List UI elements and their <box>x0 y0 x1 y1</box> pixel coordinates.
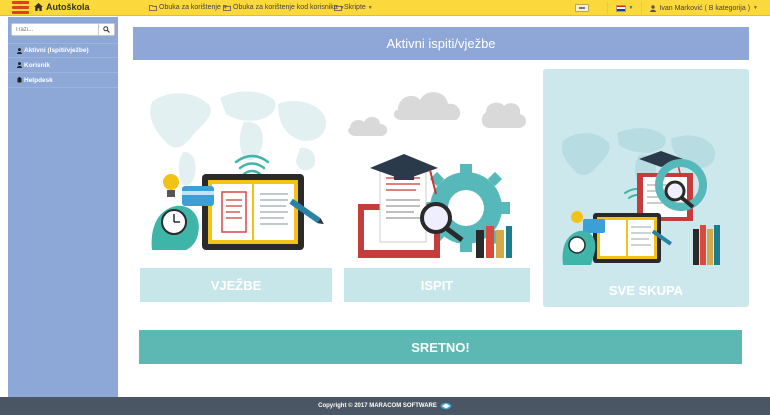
footer: Copyright © 2017 MARACOM SOFTWARE <box>0 397 770 415</box>
card-sve-skupa[interactable]: SVE SKUPA <box>543 69 749 307</box>
card-ispit-label: ISPIT <box>344 268 530 302</box>
page-title: Aktivni ispiti/vježbe <box>133 27 749 60</box>
sidebar-nav: Aktivni (Ispiti/vježbe) Korisnik Helpdes… <box>8 43 118 88</box>
sidebar-item-helpdesk[interactable]: Helpdesk <box>8 73 118 88</box>
card-vjezbe[interactable]: VJEŽBE <box>140 70 332 306</box>
footer-copyright: Copyright © 2017 MARACOM SOFTWARE <box>318 403 437 409</box>
app-title: Autoškola <box>46 2 90 12</box>
keyboard-icon[interactable] <box>575 4 590 12</box>
caret-down-icon: ▼ <box>753 5 758 11</box>
vjezbe-illustration <box>150 91 327 250</box>
user-icon <box>650 4 657 12</box>
menu-obuka-label: Obuka za korištenje <box>159 4 221 11</box>
card-sve-skupa-label: SVE SKUPA <box>608 282 684 298</box>
sve-skupa-illustration <box>561 128 720 265</box>
menu-skripte[interactable]: Skripte ▼ <box>334 4 373 11</box>
helpdesk-icon <box>17 77 22 83</box>
divider <box>607 2 609 14</box>
search-icon <box>103 26 110 33</box>
menu-obuka[interactable]: Obuka za korištenje ▼ <box>149 4 228 11</box>
folder-icon <box>149 4 157 11</box>
search-box <box>11 23 115 36</box>
user-icon <box>17 47 22 54</box>
sretno-banner[interactable]: SRETNO! <box>139 330 742 364</box>
card-ispit[interactable]: ISPIT <box>344 70 530 306</box>
card-vjezbe-label: VJEŽBE <box>140 268 332 302</box>
search-input[interactable] <box>11 23 99 36</box>
user-menu[interactable]: Ivan Marković ( B kategorija ) ▼ <box>650 5 758 12</box>
sidebar-item-korisnik[interactable]: Korisnik <box>8 58 118 73</box>
sidebar-item-label: Helpdesk <box>24 76 53 84</box>
hamburger-menu-icon[interactable] <box>12 1 29 15</box>
menu-skripte-label: Skripte <box>344 4 366 11</box>
top-navbar: Autoškola Obuka za korištenje ▼ Obuka za… <box>0 0 770 16</box>
caret-down-icon: ▼ <box>367 4 373 11</box>
sidebar-item-label: Korisnik <box>24 61 51 69</box>
app-brand[interactable]: Autoškola <box>34 2 90 12</box>
ispit-illustration <box>348 92 526 258</box>
caret-down-icon: ▼ <box>628 5 634 11</box>
divider <box>641 2 643 14</box>
search-button[interactable] <box>99 23 115 36</box>
topbar-right: ▼ Ivan Marković ( B kategorija ) ▼ <box>575 2 758 14</box>
maracom-logo-icon <box>440 402 452 410</box>
sidebar-item-label: Aktivni (Ispiti/vježbe) <box>24 47 89 54</box>
folder-icon <box>223 4 231 11</box>
home-icon <box>34 3 43 11</box>
sidebar-item-aktivni[interactable]: Aktivni (Ispiti/vježbe) <box>8 43 118 58</box>
sidebar: Aktivni (Ispiti/vježbe) Korisnik Helpdes… <box>8 17 118 397</box>
user-name: Ivan Marković ( B kategorija ) <box>659 4 751 12</box>
croatian-flag-icon[interactable] <box>616 4 627 12</box>
user-icon <box>17 62 22 68</box>
menu-obuka-korisnik[interactable]: Obuka za korištenje kod korisnika ▼ <box>223 4 345 11</box>
folder-icon <box>334 4 342 11</box>
menu-obuka-korisnik-label: Obuka za korištenje kod korisnika <box>233 4 338 11</box>
